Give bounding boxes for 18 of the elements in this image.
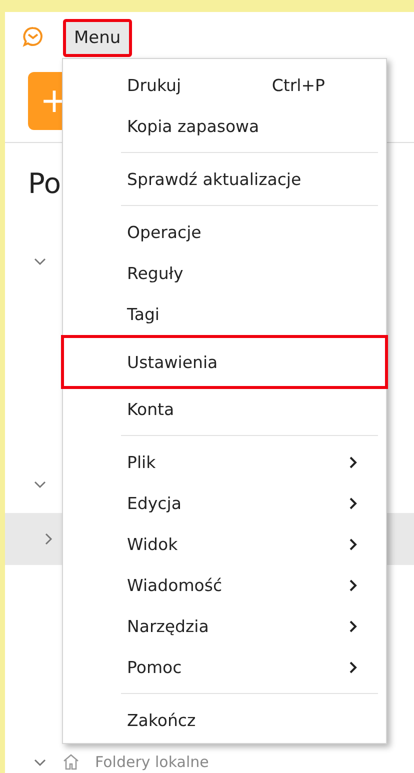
menu-item[interactable]: Tagi — [61, 294, 388, 335]
menu-item[interactable]: Edycja — [61, 483, 388, 524]
menu-item[interactable]: Sprawdź aktualizacje — [61, 159, 388, 200]
menu-item[interactable]: Plik — [61, 442, 388, 483]
mail-logo-icon — [21, 25, 45, 49]
menu-item[interactable]: Widok — [61, 524, 388, 565]
menu-item[interactable]: Ustawienia — [61, 335, 388, 389]
menu-item[interactable]: Narzędzia — [61, 606, 388, 647]
menu-item[interactable]: Operacje — [61, 212, 388, 253]
menu-item[interactable]: Pomoc — [61, 647, 388, 688]
menu-item[interactable]: Konta — [61, 389, 388, 430]
menu-button[interactable]: Menu — [63, 19, 132, 57]
home-icon — [61, 752, 81, 772]
menu-item[interactable]: Zakończ — [61, 700, 388, 741]
menu-item[interactable]: Reguły — [61, 253, 388, 294]
menu-item[interactable]: Wiadomość — [61, 565, 388, 606]
pane-heading: Po — [28, 167, 62, 201]
folder-label[interactable]: Foldery lokalne — [95, 754, 209, 770]
